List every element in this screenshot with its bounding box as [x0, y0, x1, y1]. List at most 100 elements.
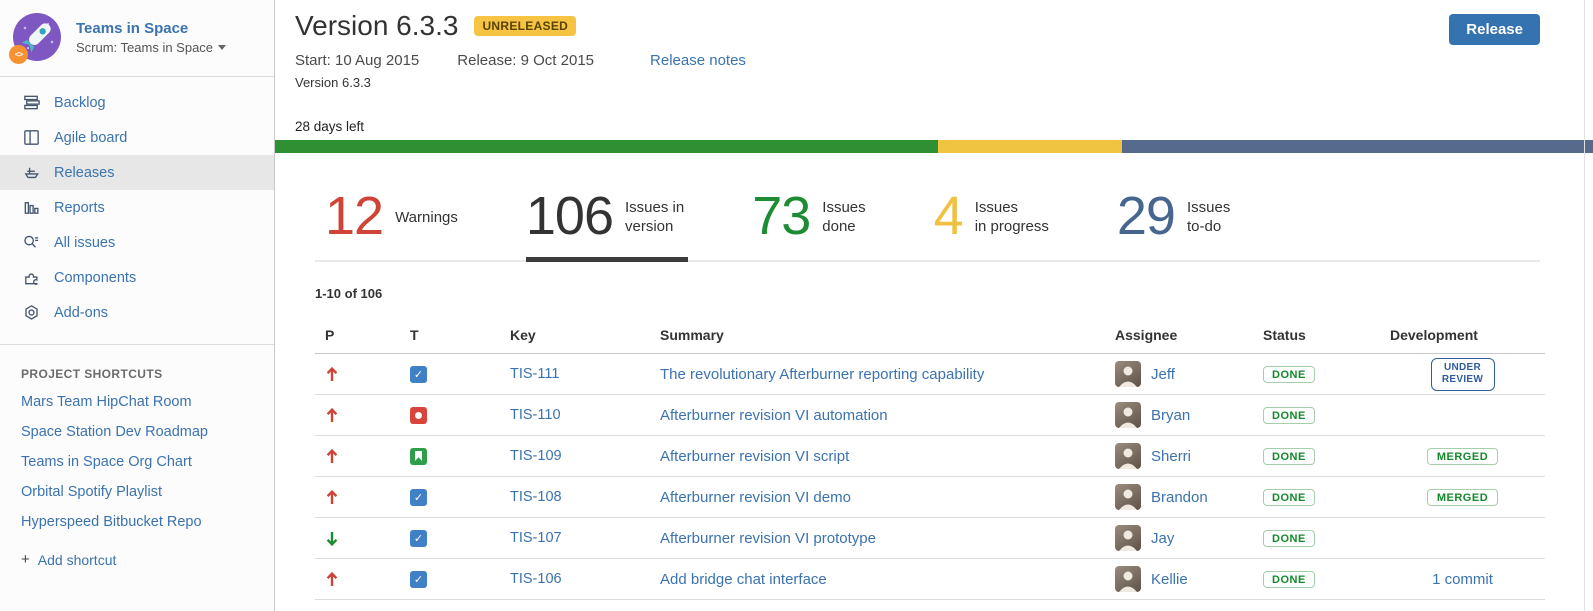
stat-label: Issues in progress	[975, 195, 1049, 237]
stat-value: 4	[934, 189, 963, 243]
search-icon	[21, 233, 41, 253]
issue-summary-link[interactable]: Afterburner revision VI demo	[660, 489, 851, 506]
board-switcher[interactable]: Scrum: Teams in Space	[76, 40, 226, 55]
issue-summary-link[interactable]: Afterburner revision VI prototype	[660, 530, 876, 547]
stat-value: 73	[752, 189, 810, 243]
stat-label: Issues to-do	[1187, 195, 1230, 237]
issue-type-icon	[410, 571, 427, 588]
sidebar-item-label: Releases	[54, 165, 114, 181]
unreleased-badge: UNRELEASED	[474, 16, 576, 36]
development-cell[interactable]: 1 commit	[1380, 571, 1545, 588]
shortcut-link-hipchat[interactable]: Mars Team HipChat Room	[0, 387, 274, 417]
sidebar-item-backlog[interactable]: Backlog	[0, 85, 274, 120]
issue-key-link[interactable]: TIS-109	[510, 448, 562, 464]
board-switcher-label: Scrum: Teams in Space	[76, 40, 213, 55]
issue-key-link[interactable]: TIS-108	[510, 489, 562, 505]
assignee-avatar	[1115, 361, 1141, 387]
issue-summary-link[interactable]: Afterburner revision VI automation	[660, 407, 888, 424]
assignee-link[interactable]: Bryan	[1151, 407, 1190, 424]
priority-down-icon	[315, 530, 400, 547]
stat-value: 106	[526, 189, 613, 243]
stat-issues-in-version[interactable]: 106 Issues in version	[526, 172, 684, 260]
issue-key-link[interactable]: TIS-107	[510, 530, 562, 546]
stat-value: 12	[325, 189, 383, 243]
issue-key-link[interactable]: TIS-106	[510, 571, 562, 587]
chevron-down-icon	[218, 45, 226, 50]
assignee-avatar	[1115, 566, 1141, 592]
table-header-row: P T Key Summary Assignee Status Developm…	[315, 317, 1545, 354]
plus-icon: +	[21, 551, 30, 568]
sidebar-item-add-ons[interactable]: Add-ons	[0, 295, 274, 330]
assignee-link[interactable]: Sherri	[1151, 448, 1191, 465]
development-status[interactable]: MERGED	[1427, 489, 1498, 506]
table-row: TIS-111 The revolutionary Afterburner re…	[315, 354, 1545, 395]
sidebar-item-agile-board[interactable]: Agile board	[0, 120, 274, 155]
stat-warnings[interactable]: 12 Warnings	[325, 172, 458, 260]
issue-type-icon	[410, 407, 427, 424]
shortcut-link-org-chart[interactable]: Teams in Space Org Chart	[0, 447, 274, 477]
development-cell[interactable]: UNDER REVIEW	[1380, 358, 1545, 391]
sidebar-item-components[interactable]: Components	[0, 260, 274, 295]
shortcut-link-bitbucket[interactable]: Hyperspeed Bitbucket Repo	[0, 507, 274, 537]
issue-key-link[interactable]: TIS-111	[510, 366, 559, 382]
status-badge: DONE	[1263, 530, 1315, 547]
development-cell[interactable]: MERGED	[1380, 489, 1545, 506]
sidebar-nav: Backlog Agile board Releases Reports All…	[0, 77, 274, 338]
stat-label: Issues done	[822, 195, 865, 237]
issue-summary-link[interactable]: Add bridge chat interface	[660, 571, 827, 588]
days-left-label: 28 days left	[295, 119, 1593, 134]
issues-table: P T Key Summary Assignee Status Developm…	[315, 317, 1545, 600]
ship-icon	[21, 163, 41, 183]
status-badge: DONE	[1263, 366, 1315, 383]
assignee-link[interactable]: Jay	[1151, 530, 1174, 547]
project-name: Teams in Space	[76, 19, 226, 39]
sidebar-item-releases[interactable]: Releases	[0, 155, 274, 190]
issue-key-link[interactable]: TIS-110	[510, 407, 561, 423]
development-status[interactable]: MERGED	[1427, 448, 1498, 465]
column-header-priority: P	[315, 327, 400, 343]
release-notes-link[interactable]: Release notes	[650, 52, 746, 69]
assignee-link[interactable]: Jeff	[1151, 366, 1175, 383]
progress-in-progress-segment	[938, 140, 1123, 153]
development-status[interactable]: UNDER REVIEW	[1431, 358, 1495, 391]
issue-summary-link[interactable]: Afterburner revision VI script	[660, 448, 849, 465]
issue-type-icon	[410, 448, 427, 465]
assignee-avatar	[1115, 484, 1141, 510]
assignee-avatar	[1115, 525, 1141, 551]
release-button[interactable]: Release	[1449, 14, 1540, 45]
project-avatar	[12, 12, 62, 62]
sidebar-item-all-issues[interactable]: All issues	[0, 225, 274, 260]
sidebar-item-label: Backlog	[54, 95, 106, 111]
column-header-development: Development	[1380, 327, 1545, 343]
stat-issues-in-progress[interactable]: 4 Issues in progress	[934, 172, 1049, 260]
shortcut-link-playlist[interactable]: Orbital Spotify Playlist	[0, 477, 274, 507]
puzzle-icon	[21, 268, 41, 288]
sidebar-item-reports[interactable]: Reports	[0, 190, 274, 225]
issue-summary-link[interactable]: The revolutionary Afterburner reporting …	[660, 366, 984, 383]
column-header-key: Key	[500, 327, 650, 343]
addon-icon	[21, 303, 41, 323]
add-shortcut-button[interactable]: + Add shortcut	[0, 537, 274, 568]
release-date: Release: 9 Oct 2015	[457, 52, 594, 69]
development-cell[interactable]: MERGED	[1380, 448, 1545, 465]
stats-row: 12 Warnings 106 Issues in version 73 Iss…	[315, 168, 1540, 262]
bar-chart-icon	[21, 198, 41, 218]
priority-up-icon	[315, 366, 400, 383]
assignee-link[interactable]: Kellie	[1151, 571, 1188, 588]
shortcut-link-roadmap[interactable]: Space Station Dev Roadmap	[0, 417, 274, 447]
assignee-avatar	[1115, 402, 1141, 428]
scrollbar[interactable]	[1584, 0, 1585, 611]
project-shortcuts-heading: PROJECT SHORTCUTS	[0, 345, 274, 387]
stat-label: Issues in version	[625, 195, 684, 237]
status-badge: DONE	[1263, 571, 1315, 588]
development-status[interactable]: 1 commit	[1432, 571, 1493, 588]
issue-count-label: 1-10 of 106	[315, 286, 1593, 301]
assignee-link[interactable]: Brandon	[1151, 489, 1208, 506]
sidebar-item-label: Reports	[54, 200, 105, 216]
table-row: TIS-109 Afterburner revision VI script S…	[315, 436, 1545, 477]
stat-issues-todo[interactable]: 29 Issues to-do	[1117, 172, 1230, 260]
stat-issues-done[interactable]: 73 Issues done	[752, 172, 865, 260]
table-row: TIS-110 Afterburner revision VI automati…	[315, 395, 1545, 436]
release-progress-bar	[275, 140, 1593, 153]
issue-type-icon	[410, 366, 427, 383]
